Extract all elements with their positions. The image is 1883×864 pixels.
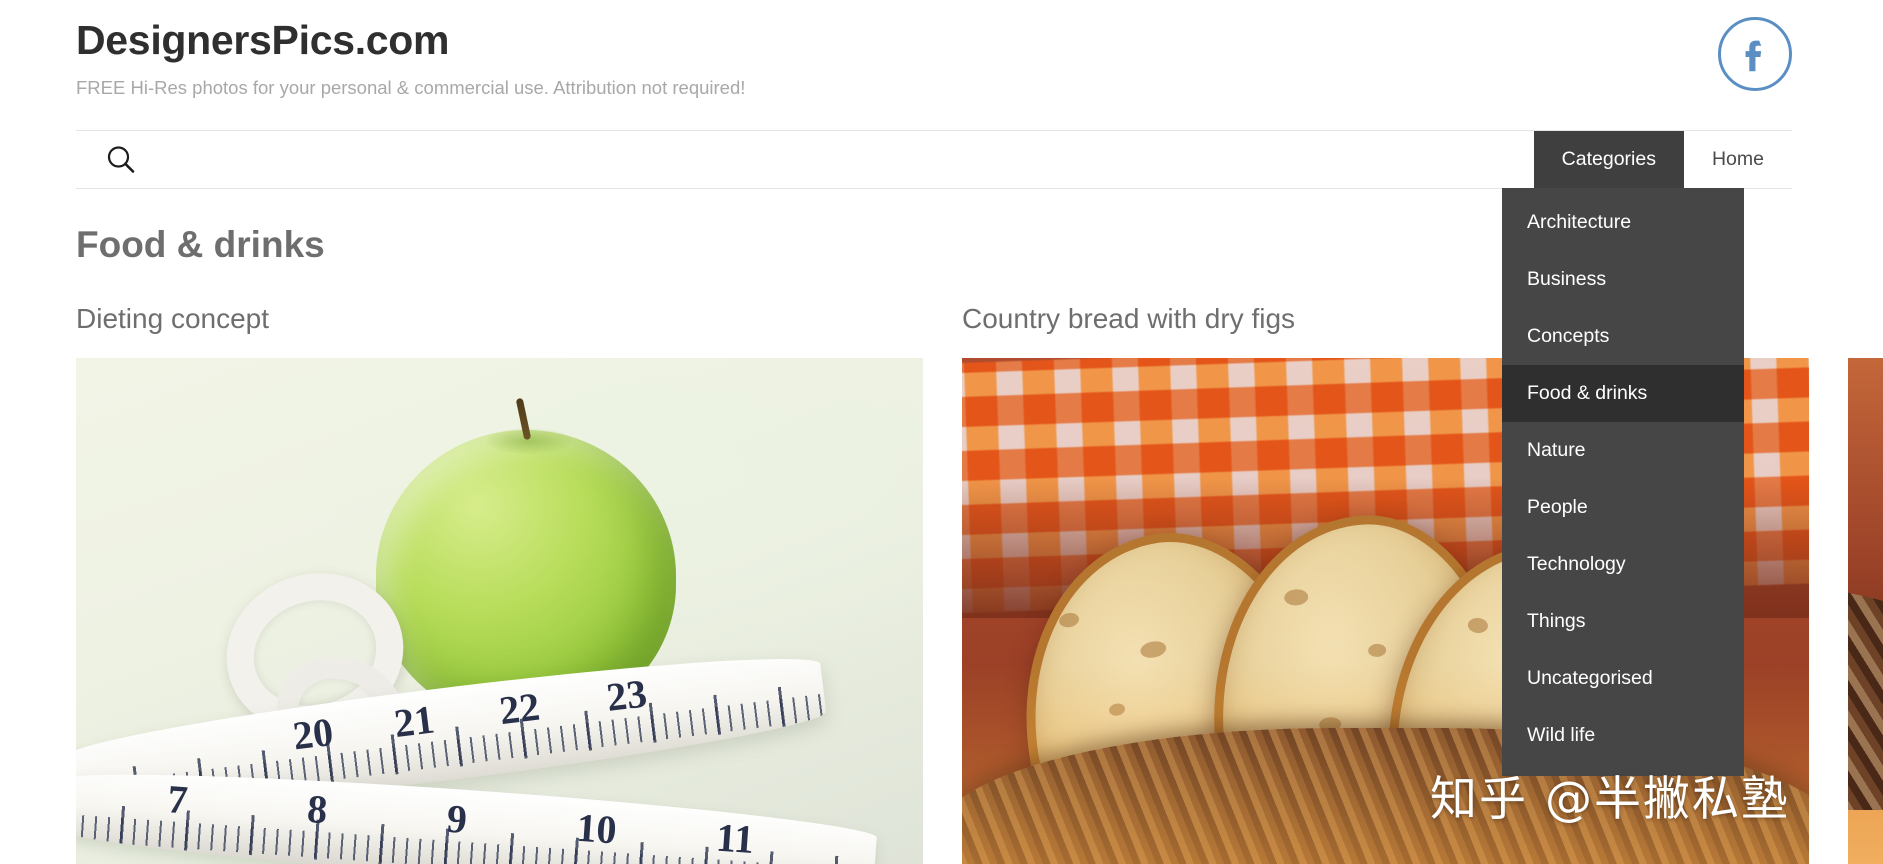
tape-ticks-large <box>76 801 876 864</box>
site-tagline: FREE Hi-Res photos for your personal & c… <box>76 77 746 98</box>
dropdown-item-label: Business <box>1527 268 1607 290</box>
categories-dropdown-menu: Architecture Business Concepts Food & dr… <box>1502 188 1744 776</box>
search-input[interactable] <box>148 141 1528 179</box>
tape-number: 8 <box>305 785 329 833</box>
dropdown-item-technology[interactable]: Technology <box>1502 536 1744 593</box>
site-header: DesignersPics.com FREE Hi-Res photos for… <box>0 0 1883 130</box>
photo-card[interactable] <box>1848 296 1883 864</box>
dropdown-item-things[interactable]: Things <box>1502 593 1744 650</box>
search-icon[interactable] <box>104 143 138 177</box>
dropdown-item-label: Concepts <box>1527 325 1610 347</box>
facebook-icon[interactable] <box>1718 17 1792 91</box>
dropdown-item-label: Wild life <box>1527 724 1596 746</box>
nav-item-label: Home <box>1711 148 1764 170</box>
dropdown-item-uncategorised[interactable]: Uncategorised <box>1502 650 1744 707</box>
dropdown-item-label: Food & drinks <box>1527 382 1648 404</box>
tape-number: 20 <box>290 708 336 759</box>
tape-number: 21 <box>391 696 437 747</box>
tape-number: 7 <box>166 776 190 823</box>
tape-number: 10 <box>575 804 619 853</box>
tape-number: 9 <box>445 795 469 842</box>
nav-item-categories[interactable]: Categories <box>1533 131 1684 188</box>
dropdown-item-nature[interactable]: Nature <box>1502 422 1744 479</box>
dropdown-item-concepts[interactable]: Concepts <box>1502 308 1744 365</box>
dropdown-item-label: People <box>1527 496 1588 518</box>
dropdown-item-people[interactable]: People <box>1502 479 1744 536</box>
dropdown-item-label: Things <box>1527 610 1586 632</box>
tape-number: 23 <box>604 670 650 720</box>
photo-thumbnail[interactable] <box>1848 358 1883 864</box>
photo-title: Dieting concept <box>76 303 270 334</box>
dropdown-item-wild-life[interactable]: Wild life <box>1502 707 1744 764</box>
dropdown-item-architecture[interactable]: Architecture <box>1502 194 1744 251</box>
dropdown-item-label: Uncategorised <box>1527 667 1653 689</box>
apple-photo-image: 20 21 22 23 7 8 9 10 11 <box>76 358 923 864</box>
photo-card[interactable]: Dieting concept 20 21 22 23 7 8 9 10 11 <box>76 296 923 864</box>
dropdown-item-label: Technology <box>1527 553 1626 575</box>
photo-thumbnail[interactable]: 20 21 22 23 7 8 9 10 11 <box>76 358 923 864</box>
navigation-bar: Categories Home <box>76 131 1792 188</box>
nav-item-label: Categories <box>1561 148 1656 170</box>
page-title: DesignersPics.com <box>76 17 450 63</box>
nav-item-home[interactable]: Home <box>1683 131 1792 188</box>
tape-number: 11 <box>714 814 756 863</box>
dropdown-item-food-and-drinks[interactable]: Food & drinks <box>1502 365 1744 422</box>
category-heading: Food & drinks <box>76 224 325 265</box>
dropdown-item-business[interactable]: Business <box>1502 251 1744 308</box>
photo-title <box>1848 296 1883 358</box>
wicker-basket <box>1848 580 1883 810</box>
dropdown-item-label: Nature <box>1527 439 1586 461</box>
tape-number: 22 <box>496 683 543 734</box>
tape-measure-band-lower: 7 8 9 10 11 <box>76 761 879 864</box>
dropdown-item-label: Architecture <box>1527 211 1632 233</box>
browser-page: DesignersPics.com FREE Hi-Res photos for… <box>0 0 1883 864</box>
third-photo-image <box>1848 358 1883 864</box>
nav-items: Categories Home <box>1533 131 1792 188</box>
